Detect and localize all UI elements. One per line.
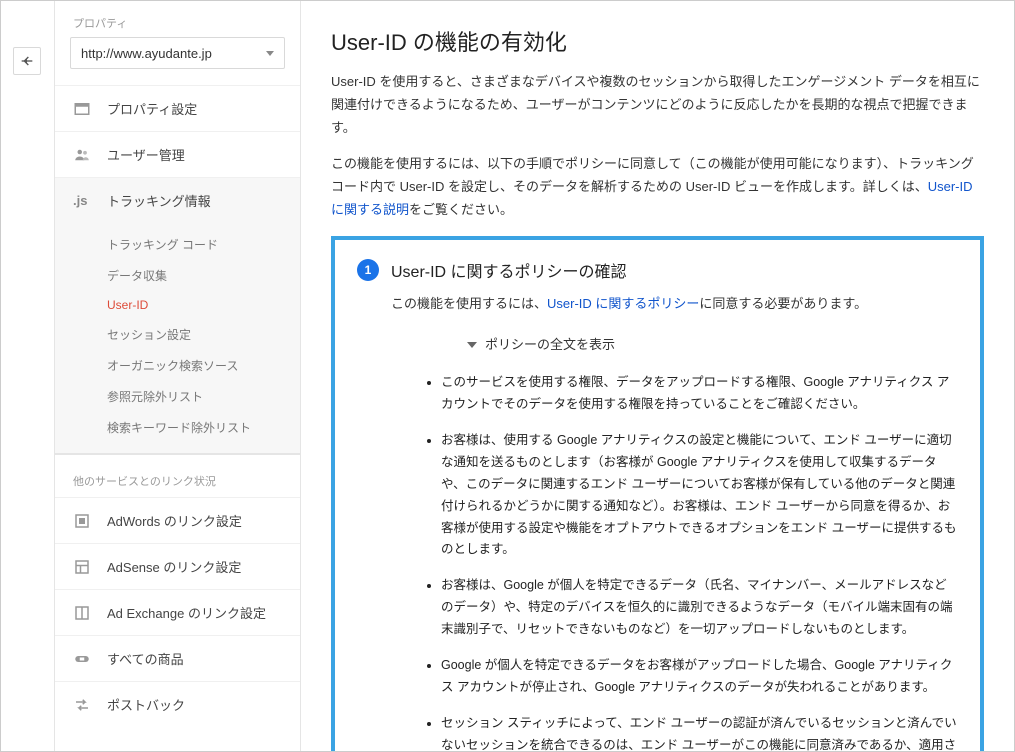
userid-policy-link[interactable]: User-ID に関するポリシー xyxy=(547,296,699,311)
sidebar-item-adsense[interactable]: AdSense のリンク設定 xyxy=(55,543,300,589)
policy-item: このサービスを使用する権限、データをアップロードする権限、Google アナリテ… xyxy=(441,372,958,416)
sidebar-subitem-session-settings[interactable]: セッション設定 xyxy=(55,319,300,350)
policy-item: お客様は、Google が個人を特定できるデータ（氏名、マイナンバー、メールアド… xyxy=(441,575,958,641)
sidebar-item-label: Ad Exchange のリンク設定 xyxy=(107,603,266,622)
property-select-value: http://www.ayudante.jp xyxy=(81,46,212,61)
step-header: 1 User-ID に関するポリシーの確認 xyxy=(357,258,958,282)
policy-item: お客様は、使用する Google アナリティクスの設定と機能について、エンド ユ… xyxy=(441,430,958,561)
policy-expand-toggle[interactable]: ポリシーの全文を表示 xyxy=(467,333,958,356)
page-title: User-ID の機能の有効化 xyxy=(331,25,984,57)
sidebar-item-user-management[interactable]: ユーザー管理 xyxy=(55,131,300,177)
sidebar-subitem-organic-search[interactable]: オーガニック検索ソース xyxy=(55,350,300,381)
sidebar-item-tracking-info[interactable]: .js トラッキング情報 xyxy=(55,177,300,223)
chevron-down-icon xyxy=(266,51,274,56)
sidebar-item-label: ポストバック xyxy=(107,695,185,714)
intro-paragraph-1: User-ID を使用すると、さまざまなデバイスや複数のセッションから取得したエ… xyxy=(331,71,984,139)
sidebar-item-label: AdSense のリンク設定 xyxy=(107,557,241,576)
sidebar-item-label: トラッキング情報 xyxy=(107,191,211,210)
sidebar-item-property-settings[interactable]: プロパティ設定 xyxy=(55,85,300,131)
sidebar-item-label: プロパティ設定 xyxy=(107,99,197,118)
adwords-icon xyxy=(73,512,97,530)
tracking-info-submenu: トラッキング コード データ収集 User-ID セッション設定 オーガニック検… xyxy=(55,223,300,454)
link-section-label: 他のサービスとのリンク状況 xyxy=(55,454,300,497)
adexchange-icon xyxy=(73,604,97,622)
sidebar-subitem-user-id[interactable]: User-ID xyxy=(55,291,300,319)
step-1-box: 1 User-ID に関するポリシーの確認 この機能を使用するには、User-I… xyxy=(331,236,984,752)
step-number-badge: 1 xyxy=(357,259,379,281)
main-content: User-ID の機能の有効化 User-ID を使用すると、さまざまなデバイス… xyxy=(301,1,1014,751)
policy-expand-label: ポリシーの全文を表示 xyxy=(485,333,615,356)
property-label: プロパティ xyxy=(55,15,300,37)
sidebar-item-label: AdWords のリンク設定 xyxy=(107,511,242,530)
policy-list: このサービスを使用する権限、データをアップロードする権限、Google アナリテ… xyxy=(391,372,958,751)
js-icon: .js xyxy=(73,193,97,208)
sidebar-item-postback[interactable]: ポストバック xyxy=(55,681,300,727)
settings-box-icon xyxy=(73,100,97,118)
sidebar-item-all-products[interactable]: すべての商品 xyxy=(55,635,300,681)
intro-paragraph-2: この機能を使用するには、以下の手順でポリシーに同意して（この機能が使用可能になり… xyxy=(331,153,984,221)
sidebar-subitem-data-collection[interactable]: データ収集 xyxy=(55,260,300,291)
sidebar-item-label: すべての商品 xyxy=(107,649,184,668)
property-select[interactable]: http://www.ayudante.jp xyxy=(70,37,285,69)
policy-item: Google が個人を特定できるデータをお客様がアップロードした場合、Googl… xyxy=(441,655,958,699)
sidebar-item-adexchange[interactable]: Ad Exchange のリンク設定 xyxy=(55,589,300,635)
left-gutter xyxy=(1,1,55,751)
adsense-icon xyxy=(73,558,97,576)
triangle-down-icon xyxy=(467,342,477,348)
sidebar-subitem-tracking-code[interactable]: トラッキング コード xyxy=(55,229,300,260)
postback-icon xyxy=(73,696,97,714)
policy-item: セッション スティッチによって、エンド ユーザーの認証が済んでいるセッションと済… xyxy=(441,713,958,751)
sidebar-item-label: ユーザー管理 xyxy=(107,145,185,164)
step-lead: この機能を使用するには、User-ID に関するポリシーに同意する必要があります… xyxy=(391,292,958,315)
step-title: User-ID に関するポリシーの確認 xyxy=(391,258,627,282)
sidebar-item-adwords[interactable]: AdWords のリンク設定 xyxy=(55,497,300,543)
back-arrow-icon xyxy=(19,53,35,69)
sidebar-subitem-referral-exclusion[interactable]: 参照元除外リスト xyxy=(55,381,300,412)
sidebar-subitem-search-kw-exclusion[interactable]: 検索キーワード除外リスト xyxy=(55,412,300,443)
link-icon xyxy=(73,650,97,668)
sidebar: プロパティ http://www.ayudante.jp プロパティ設定 ユーザ… xyxy=(55,1,301,751)
back-button[interactable] xyxy=(13,47,41,75)
users-icon xyxy=(73,146,97,164)
